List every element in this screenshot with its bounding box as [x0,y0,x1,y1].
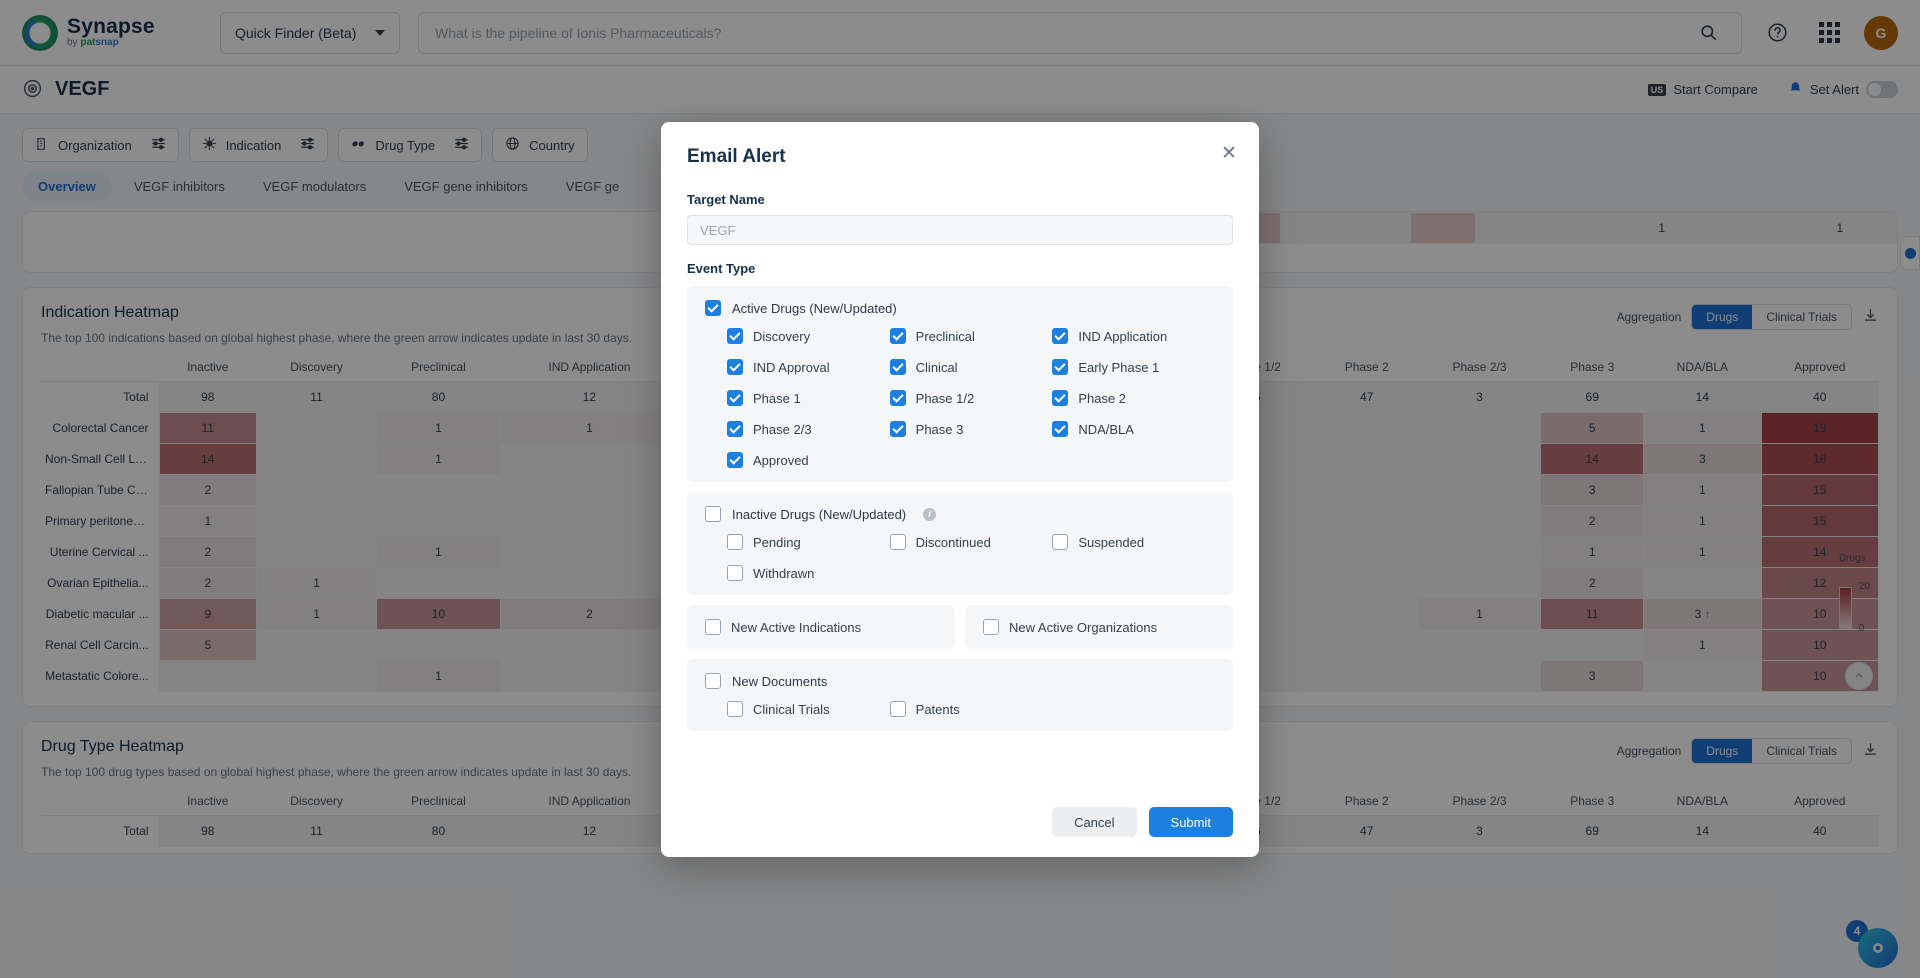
checkbox-option[interactable]: Patents [889,701,1053,717]
target-name-value: VEGF [700,222,736,238]
new-active-organizations-group: New Active Organizations [965,605,1233,649]
inactive-drugs-checkbox[interactable] [705,506,721,522]
option-checkbox[interactable] [727,565,743,581]
option-checkbox[interactable] [1052,328,1069,344]
checkbox-option[interactable]: Withdrawn [727,565,890,581]
option-label: IND Approval [753,359,830,375]
checkbox-option[interactable]: NDA/BLA [1052,421,1215,437]
new-active-indications-checkbox[interactable] [705,619,721,635]
option-label: Discovery [753,328,811,344]
option-label: Clinical Trials [753,701,830,717]
new-active-indications-group: New Active Indications [687,605,955,649]
active-drugs-label: Active Drugs (New/Updated) [732,300,897,316]
new-entities-groups: New Active Indications New Active Organi… [687,605,1233,649]
option-checkbox[interactable] [727,534,743,550]
option-label: Phase 1 [753,390,801,406]
new-active-organizations-row[interactable]: New Active Organizations [983,619,1215,635]
active-drugs-checkbox[interactable] [705,300,721,316]
checkbox-option[interactable]: Suspended [1052,534,1215,550]
option-checkbox[interactable] [727,701,743,717]
option-label: Clinical [915,359,958,375]
option-checkbox[interactable] [727,452,743,468]
event-type-label: Event Type [687,261,756,276]
checkbox-option[interactable]: Phase 2 [1052,390,1215,406]
checkbox-option[interactable]: IND Application [1052,328,1215,344]
option-checkbox[interactable] [889,390,906,406]
checkbox-option[interactable]: Early Phase 1 [1052,359,1215,375]
target-name-label: Target Name [687,192,765,207]
new-documents-parent-row[interactable]: New Documents [705,673,1215,689]
option-label: Phase 3 [915,421,964,437]
inactive-drugs-label: Inactive Drugs (New/Updated) [732,506,907,522]
option-label: IND Application [1078,328,1168,344]
inactive-drugs-group: Inactive Drugs (New/Updated) i Pending D… [687,492,1233,595]
option-label: Phase 1/2 [915,390,975,406]
option-checkbox[interactable] [1052,534,1069,550]
active-drugs-parent-row[interactable]: Active Drugs (New/Updated) [705,300,1215,316]
checkbox-option[interactable]: Discovery [727,328,890,344]
new-active-organizations-label: New Active Organizations [1009,619,1158,635]
inactive-drugs-options: Pending Discontinued Suspended Withdrawn [705,534,1215,581]
option-label: Phase 2 [1078,390,1127,406]
cancel-button[interactable]: Cancel [1052,807,1137,837]
info-icon[interactable]: i [923,507,937,521]
option-label: Early Phase 1 [1078,359,1160,375]
modal-header: Email Alert ✕ [661,122,1259,174]
new-active-indications-label: New Active Indications [731,619,862,635]
option-label: Discontinued [915,534,991,550]
checkbox-option[interactable]: Phase 3 [889,421,1053,437]
close-icon[interactable]: ✕ [1221,144,1237,163]
active-drugs-options: Discovery Preclinical IND Application IN… [705,328,1215,468]
inactive-drugs-parent-row[interactable]: Inactive Drugs (New/Updated) i [705,506,1215,522]
option-label: Preclinical [915,328,975,344]
checkbox-option[interactable]: Pending [727,534,890,550]
option-checkbox[interactable] [1052,359,1069,375]
new-documents-label: New Documents [732,673,828,689]
option-checkbox[interactable] [727,328,743,344]
checkbox-option[interactable]: Clinical [889,359,1053,375]
checkbox-option[interactable]: Phase 1 [727,390,890,406]
option-label: Pending [753,534,801,550]
submit-button[interactable]: Submit [1148,807,1233,837]
active-drugs-group: Active Drugs (New/Updated) Discovery Pre… [687,286,1233,482]
option-checkbox[interactable] [889,701,906,717]
modal-footer: Cancel Submit [661,793,1259,857]
option-checkbox[interactable] [1052,421,1069,437]
modal-title: Email Alert [687,146,786,167]
checkbox-option[interactable]: Approved [727,452,890,468]
option-label: Suspended [1078,534,1145,550]
modal-body[interactable]: Target Name VEGF Event Type Active Drugs… [661,174,1259,793]
checkbox-option[interactable]: IND Approval [727,359,890,375]
option-checkbox[interactable] [727,359,743,375]
checkbox-option[interactable]: Phase 1/2 [889,390,1053,406]
option-label: Phase 2/3 [753,421,812,437]
option-checkbox[interactable] [727,421,743,437]
option-label: Approved [753,452,809,468]
option-label: Withdrawn [753,565,815,581]
option-checkbox[interactable] [727,390,743,406]
option-checkbox[interactable] [889,328,906,344]
option-checkbox[interactable] [889,421,906,437]
new-documents-checkbox[interactable] [705,673,721,689]
option-checkbox[interactable] [889,359,906,375]
option-label: NDA/BLA [1078,421,1134,437]
option-checkbox[interactable] [889,534,906,550]
checkbox-option[interactable]: Discontinued [889,534,1053,550]
checkbox-option[interactable]: Phase 2/3 [727,421,890,437]
checkbox-option[interactable]: Clinical Trials [727,701,890,717]
new-active-organizations-checkbox[interactable] [983,619,999,635]
target-name-field[interactable]: VEGF [687,215,1233,245]
new-active-indications-row[interactable]: New Active Indications [705,619,937,635]
new-documents-options: Clinical Trials Patents [705,701,1215,717]
option-checkbox[interactable] [1052,390,1069,406]
email-alert-modal: Email Alert ✕ Target Name VEGF Event Typ… [661,122,1259,857]
new-documents-group: New Documents Clinical Trials Patents [687,659,1233,731]
option-label: Patents [915,701,960,717]
checkbox-option[interactable]: Preclinical [889,328,1053,344]
